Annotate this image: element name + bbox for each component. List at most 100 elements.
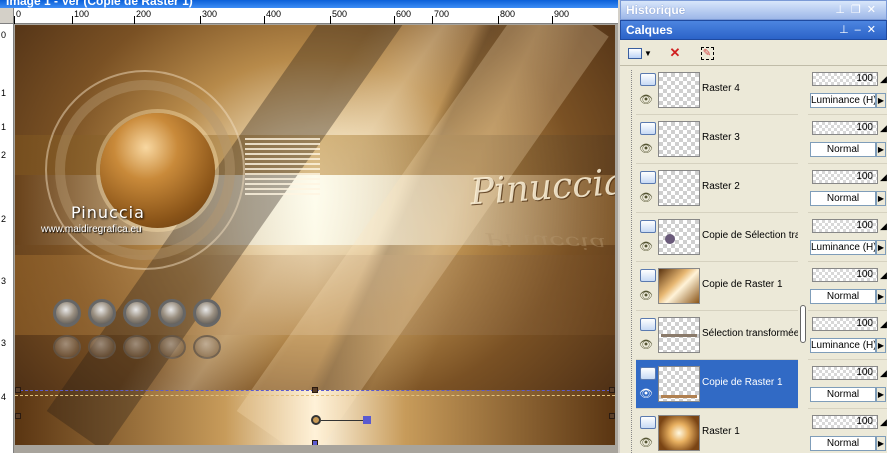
history-palette-header[interactable]: Historique ⊥❐✕ bbox=[620, 0, 887, 20]
ruler-h-tick: 100 bbox=[74, 9, 90, 19]
opacity-slider[interactable]: 100 bbox=[812, 170, 878, 184]
vertical-ruler[interactable]: 0 1 1 2 2 3 3 4 bbox=[0, 24, 14, 453]
restore-icon[interactable]: ❐ bbox=[851, 4, 867, 16]
thumbnail-content bbox=[661, 334, 697, 337]
opacity-slider[interactable]: 100 bbox=[812, 415, 878, 429]
decor-button-reflection bbox=[193, 335, 221, 359]
chevron-right-icon[interactable]: ▶ bbox=[876, 191, 886, 206]
deform-handle-left[interactable] bbox=[15, 387, 21, 393]
visibility-eye-icon[interactable]: 👁 bbox=[639, 340, 655, 351]
layer-thumbnail bbox=[658, 72, 700, 108]
blend-mode-select[interactable]: Luminance (H) bbox=[810, 240, 876, 255]
layer-row[interactable]: 👁 Copie de Raster 1 bbox=[636, 262, 798, 311]
deform-handle-bottom[interactable] bbox=[312, 440, 318, 445]
palette-controls: ⊥❐✕ bbox=[835, 3, 882, 16]
layer-thumbnail bbox=[658, 366, 700, 402]
ruler-tick-mark bbox=[432, 16, 433, 24]
opacity-value: 100 bbox=[856, 367, 873, 378]
layer-properties-row: 100 ◢ Normal ▶ bbox=[808, 360, 887, 409]
layer-row[interactable]: 👁 Raster 4 bbox=[636, 66, 798, 115]
splitter-grip[interactable] bbox=[800, 305, 806, 343]
layer-properties-list: 100 ◢ Luminance (H) ▶ 100 ◢ Normal ▶ 100… bbox=[808, 66, 887, 453]
visibility-eye-icon[interactable]: 👁 bbox=[639, 95, 655, 106]
rotation-handle[interactable] bbox=[363, 416, 371, 424]
ruler-tick-mark bbox=[330, 16, 331, 24]
delete-layer-button[interactable]: ✕ bbox=[664, 43, 686, 63]
opacity-slider[interactable]: 100 bbox=[812, 317, 878, 331]
deform-handle-right[interactable] bbox=[609, 413, 615, 419]
artwork-watermark-reflection: Pinuccia bbox=[483, 229, 607, 254]
blend-mode-select[interactable]: Luminance (H) bbox=[810, 93, 876, 108]
thumbnail-content bbox=[661, 395, 697, 398]
image-window-titlebar[interactable]: Image 1 - Ver (Copie de Raster 1) bbox=[0, 0, 618, 8]
edit-selection-button[interactable]: ✎ bbox=[696, 43, 718, 63]
layers-palette-header[interactable]: Calques ⊥–✕ bbox=[620, 20, 887, 40]
horizontal-ruler[interactable]: 0 100 200 300 400 500 600 700 800 900 bbox=[14, 8, 618, 24]
chevron-right-icon[interactable]: ▶ bbox=[876, 142, 886, 157]
deform-handle-top[interactable] bbox=[312, 387, 318, 393]
layer-properties-row: 100 ◢ Normal ▶ bbox=[808, 262, 887, 311]
visibility-eye-icon[interactable]: 👁 bbox=[639, 193, 655, 204]
visibility-eye-icon[interactable]: 👁 bbox=[639, 291, 655, 302]
chevron-right-icon[interactable]: ▶ bbox=[876, 240, 886, 255]
layer-row-selected[interactable]: 👁 Copie de Raster 1 bbox=[636, 360, 798, 409]
layer-row[interactable]: 👁 Raster 1 bbox=[636, 409, 798, 453]
opacity-slider[interactable]: 100 bbox=[812, 268, 878, 282]
ruler-tick-mark bbox=[552, 16, 553, 24]
blend-mode-select[interactable]: Luminance (H) bbox=[810, 338, 876, 353]
decor-button-reflection bbox=[158, 335, 186, 359]
chevron-right-icon[interactable]: ▶ bbox=[876, 387, 886, 402]
layer-row[interactable]: 👁 Raster 3 bbox=[636, 115, 798, 164]
chevron-down-icon: ▼ bbox=[644, 48, 652, 58]
layers-splitter[interactable] bbox=[798, 66, 808, 453]
decor-glass-button bbox=[193, 299, 221, 327]
close-icon[interactable]: ✕ bbox=[867, 4, 882, 16]
layer-row[interactable]: 👁 Copie de Sélection tran bbox=[636, 213, 798, 262]
visibility-eye-icon[interactable]: 👁 bbox=[639, 438, 655, 449]
opacity-arrow-icon[interactable]: ◢ bbox=[880, 221, 887, 232]
layer-row[interactable]: 👁 Raster 2 bbox=[636, 164, 798, 213]
blend-mode-select[interactable]: Normal bbox=[810, 436, 876, 451]
opacity-arrow-icon[interactable]: ◢ bbox=[880, 74, 887, 85]
opacity-arrow-icon[interactable]: ◢ bbox=[880, 368, 887, 379]
opacity-arrow-icon[interactable]: ◢ bbox=[880, 123, 887, 134]
new-layer-button[interactable]: ▼ bbox=[626, 43, 654, 63]
opacity-value: 100 bbox=[856, 416, 873, 427]
rotation-pivot-handle[interactable] bbox=[311, 415, 321, 425]
selection-marquee bbox=[15, 395, 615, 396]
image-canvas[interactable]: Pinuccia www.maidiregrafica.eu Pinuccia … bbox=[15, 25, 615, 445]
pin-icon[interactable]: ⊥ bbox=[835, 4, 851, 16]
opacity-arrow-icon[interactable]: ◢ bbox=[880, 172, 887, 183]
opacity-slider[interactable]: 100 bbox=[812, 366, 878, 380]
opacity-slider[interactable]: 100 bbox=[812, 219, 878, 233]
opacity-slider[interactable]: 100 bbox=[812, 121, 878, 135]
chevron-right-icon[interactable]: ▶ bbox=[876, 436, 886, 451]
chevron-right-icon[interactable]: ▶ bbox=[876, 338, 886, 353]
blend-mode-select[interactable]: Normal bbox=[810, 191, 876, 206]
layer-name: Raster 3 bbox=[702, 132, 740, 143]
visibility-eye-icon[interactable]: 👁 bbox=[639, 389, 655, 400]
blend-mode-select[interactable]: Normal bbox=[810, 142, 876, 157]
layer-row[interactable]: 👁 Sélection transformée bbox=[636, 311, 798, 360]
layer-thumbnail bbox=[658, 268, 700, 304]
blend-mode-select[interactable]: Normal bbox=[810, 387, 876, 402]
close-icon[interactable]: ✕ bbox=[867, 24, 882, 36]
pin-icon[interactable]: ⊥ bbox=[839, 24, 855, 36]
deform-handle-right[interactable] bbox=[609, 387, 615, 393]
deform-handle-left[interactable] bbox=[15, 413, 21, 419]
opacity-slider[interactable]: 100 bbox=[812, 72, 878, 86]
visibility-eye-icon[interactable]: 👁 bbox=[639, 144, 655, 155]
minimize-icon[interactable]: – bbox=[855, 24, 867, 36]
opacity-arrow-icon[interactable]: ◢ bbox=[880, 319, 887, 330]
chevron-right-icon[interactable]: ▶ bbox=[876, 289, 886, 304]
opacity-arrow-icon[interactable]: ◢ bbox=[880, 417, 887, 428]
ruler-h-tick: 0 bbox=[16, 9, 22, 19]
chevron-right-icon[interactable]: ▶ bbox=[876, 93, 886, 108]
blend-mode-select[interactable]: Normal bbox=[810, 289, 876, 304]
ruler-tick-mark bbox=[394, 16, 395, 24]
raster-layer-icon bbox=[640, 73, 656, 86]
layer-name: Copie de Sélection tran bbox=[702, 230, 798, 241]
visibility-eye-icon[interactable]: 👁 bbox=[639, 242, 655, 253]
opacity-arrow-icon[interactable]: ◢ bbox=[880, 270, 887, 281]
layer-name: Copie de Raster 1 bbox=[702, 279, 783, 290]
